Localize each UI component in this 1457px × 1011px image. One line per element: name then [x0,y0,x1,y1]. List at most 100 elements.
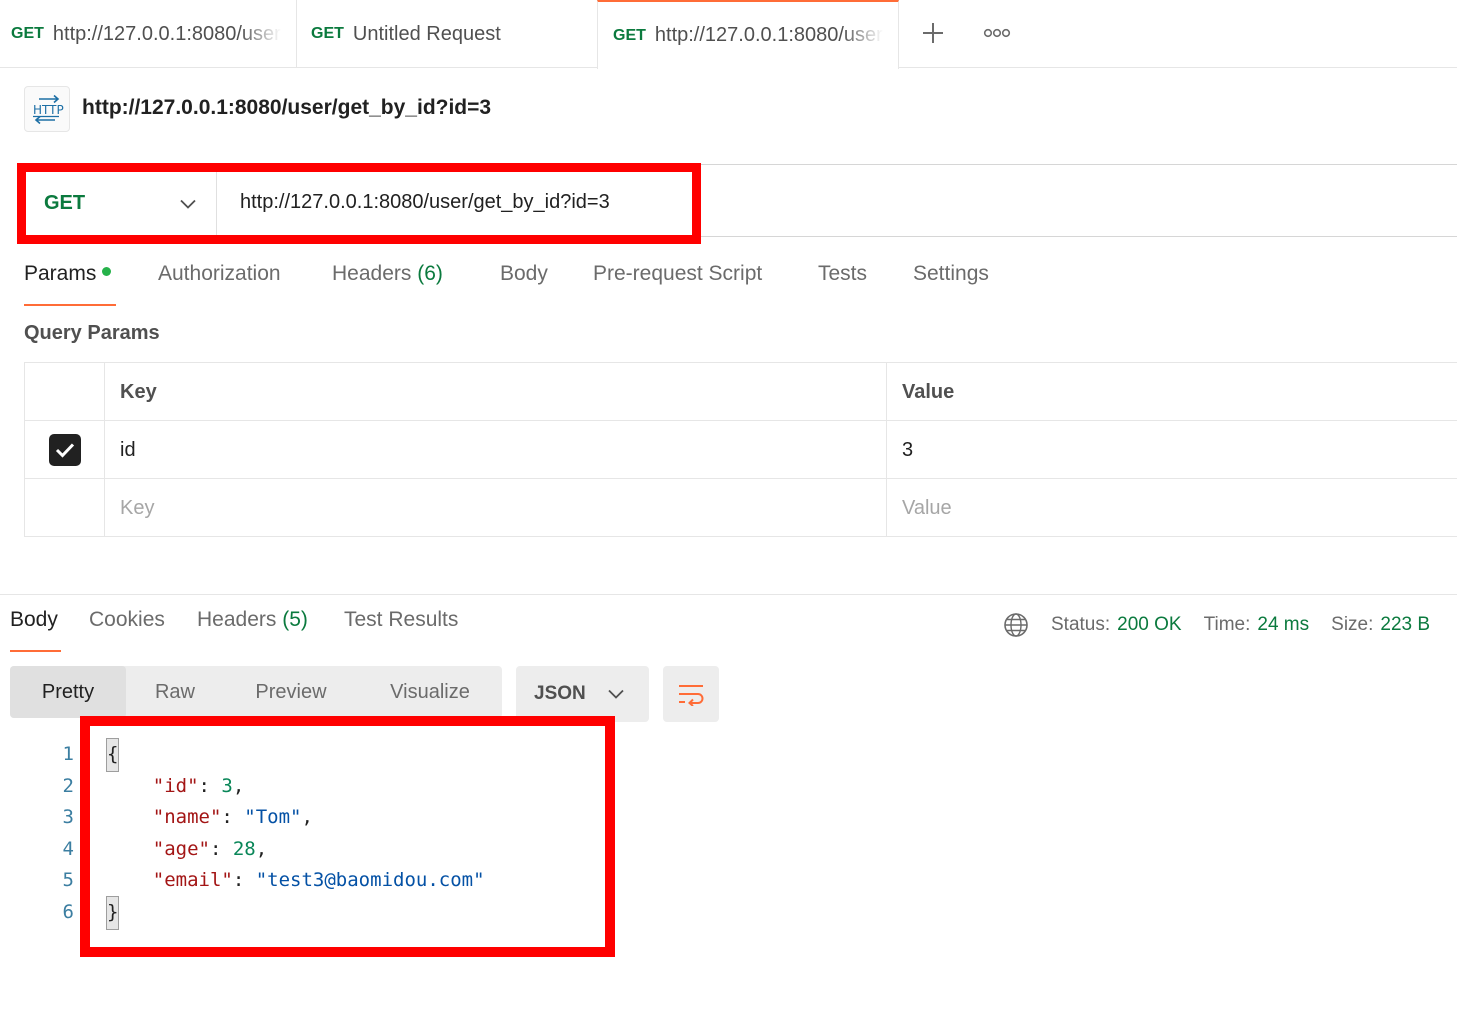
response-tab-body[interactable]: Body [10,608,61,652]
url-bar-highlight: GET http://127.0.0.1:8080/user/get_by_id… [17,163,701,244]
line-number: 3 [62,806,74,829]
response-status-bar: Status: 200 OK Time: 24 ms Size: 223 B [1003,610,1430,640]
format-value: JSON [534,683,586,704]
json-key: "id" [152,774,199,797]
size-value[interactable]: 223 B [1380,614,1430,636]
json-value: 28 [232,837,256,860]
close-brace: } [106,895,119,930]
size-label: Size: [1331,614,1374,635]
tab-title: http://127.0.0.1:8080/user [654,24,883,46]
tab-tests[interactable]: Tests [818,262,867,306]
json-key: "name" [152,806,222,829]
json-key: "email" [152,869,233,892]
view-raw-button[interactable]: Raw [126,666,224,718]
code-line: { [106,738,485,772]
line-number: 2 [62,774,74,797]
more-dots-icon [983,28,1011,38]
json-comma: , [301,806,313,829]
plus-icon [923,23,943,43]
response-tab-cookies[interactable]: Cookies [89,608,165,652]
json-value: "Tom" [244,806,302,829]
view-mode-selector: Pretty Raw Preview Visualize [10,666,502,718]
time-label: Time: [1203,614,1251,635]
line-number: 5 [62,869,74,892]
json-value: "test3@baomidou.com" [255,869,485,892]
table-header-row: Key Value [25,363,1457,421]
table-row-new: Key Value [25,479,1457,537]
tab-params[interactable]: Params [24,262,116,306]
url-bar-border-bottom [697,236,1457,237]
request-tab-2[interactable]: GET Untitled Request [297,0,597,68]
chevron-down-icon [608,689,624,699]
param-key-cell[interactable]: id [105,421,887,479]
tab-headers[interactable]: Headers (6) [332,262,443,306]
query-params-table: Key Value id 3 Key Value [24,362,1457,537]
code-line: "id": 3, [152,774,245,797]
request-title[interactable]: http://127.0.0.1:8080/user/get_by_id?id=… [82,96,491,120]
new-param-key-input[interactable]: Key [105,479,887,537]
tab-params-label: Params [24,262,97,285]
row-check-cell [25,421,105,479]
response-tab-headers-count: (5) [282,608,308,631]
line-number: 6 [62,900,74,923]
wrap-lines-button[interactable] [663,666,719,722]
code-line: "email": "test3@baomidou.com" [152,869,485,892]
request-tab-bar: GET http://127.0.0.1:8080/user GET Untit… [0,0,1457,69]
response-body-code[interactable]: { "id": 3, "name": "Tom", "age": 28, "em… [106,738,485,930]
wrap-lines-icon [679,685,704,706]
line-number: 4 [62,837,74,860]
view-visualize-button[interactable]: Visualize [358,666,502,718]
line-number: 1 [62,743,74,765]
table-row: id 3 [25,421,1457,479]
json-value: 3 [221,774,233,797]
params-active-dot [102,266,112,276]
row-check-cell [25,479,105,537]
response-tab-headers-label: Headers [197,608,277,631]
code-line: "name": "Tom", [152,806,313,829]
method-dropdown[interactable]: GET [26,172,217,235]
http-icon-text: HTTP [33,103,64,117]
tab-method-label: GET [613,26,646,44]
more-tabs-button[interactable] [976,12,1018,54]
param-checkbox[interactable] [48,434,81,466]
response-tab-headers[interactable]: Headers (5) [197,608,308,652]
new-param-value-input[interactable]: Value [887,479,1457,537]
tab-body[interactable]: Body [500,262,548,306]
view-pretty-button[interactable]: Pretty [10,666,126,718]
view-preview-button[interactable]: Preview [224,666,358,718]
checkmark-icon [55,443,74,458]
tab-prerequest-script[interactable]: Pre-request Script [593,262,762,306]
method-value: GET [44,192,86,214]
status-value: 200 OK [1117,614,1182,635]
http-request-icon: HTTP [24,86,70,132]
json-key: "age" [152,837,210,860]
request-tab-1[interactable]: GET http://127.0.0.1:8080/user [0,0,297,68]
chevron-down-icon [180,199,196,209]
url-bar-border-top [697,164,1457,165]
json-comma: , [232,774,245,797]
tab-settings[interactable]: Settings [913,262,989,306]
http-icon: HTTP [33,94,64,124]
open-brace: { [106,738,119,772]
json-comma: , [255,837,268,860]
tab-title: http://127.0.0.1:8080/user [52,22,281,45]
response-tab-test-results[interactable]: Test Results [344,608,458,652]
line-number-gutter: 1 2 3 4 5 6 [52,739,74,929]
header-check-cell [25,363,105,421]
format-dropdown[interactable]: JSON [516,666,649,722]
time-value[interactable]: 24 ms [1257,614,1309,636]
param-value-cell[interactable]: 3 [887,421,1457,479]
tab-method-label: GET [311,25,344,42]
globe-icon[interactable] [1003,612,1029,638]
code-line: } [106,895,485,930]
tab-method-label: GET [11,25,44,42]
tab-headers-count: (6) [417,262,443,285]
request-tab-3-active[interactable]: GET http://127.0.0.1:8080/user [597,0,899,69]
response-divider[interactable] [0,594,1457,595]
tab-headers-label: Headers [332,262,412,285]
column-header-value: Value [902,380,955,403]
new-tab-button[interactable] [912,12,954,54]
tab-authorization[interactable]: Authorization [158,262,281,306]
url-input[interactable]: http://127.0.0.1:8080/user/get_by_id?id=… [240,191,610,214]
column-header-key: Key [105,363,887,421]
